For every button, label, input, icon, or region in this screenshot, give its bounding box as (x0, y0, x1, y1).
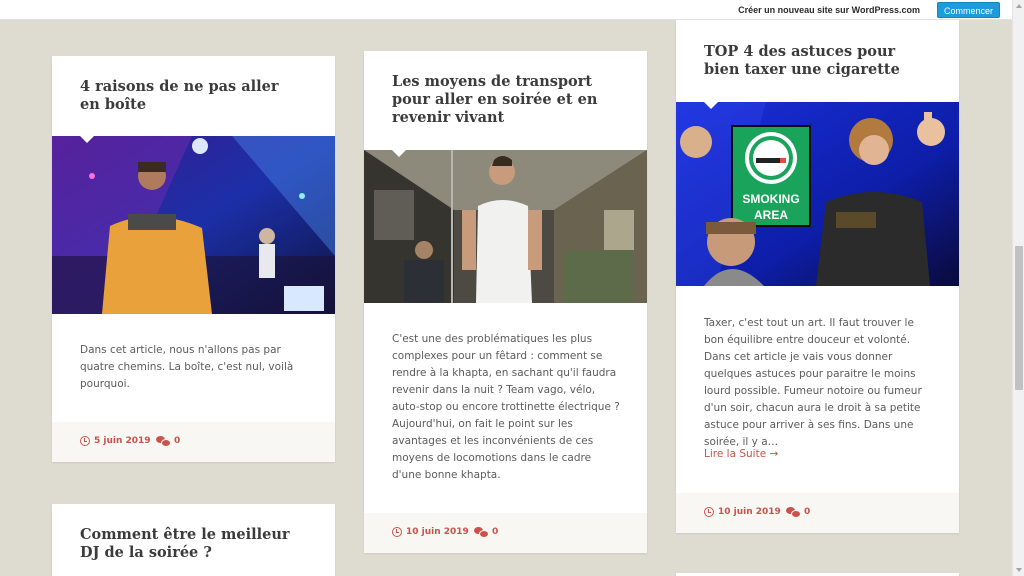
thumbnail-notch (704, 102, 718, 109)
post-meta: 10 juin 2019 0 (676, 493, 959, 533)
post-meta: 10 juin 2019 0 (364, 513, 647, 553)
post-excerpt: C'est une des problématiques les plus co… (392, 333, 620, 481)
post-title[interactable]: Les moyens de transport pour aller en so… (392, 73, 612, 127)
comments-count: 0 (492, 527, 499, 537)
post-date-text: 10 juin 2019 (406, 527, 469, 537)
comments-count: 0 (804, 507, 811, 517)
post-excerpt: Dans cet article, nous n'allons pas par … (80, 344, 294, 390)
comments-icon (786, 507, 801, 518)
post-date[interactable]: 5 juin 2019 (80, 436, 151, 446)
nightclub-image (52, 136, 335, 314)
read-more-link[interactable]: Lire la Suite → (704, 448, 778, 460)
smoking-area-image: SMOKING AREA (676, 102, 959, 286)
thumbnail-notch (392, 150, 406, 157)
post-meta: 5 juin 2019 0 (52, 422, 335, 462)
smoking-area-sign-line-1: SMOKING (742, 192, 799, 206)
post-comments[interactable]: 0 (474, 527, 499, 538)
post-card: 4 raisons de ne pas aller en boîte Dans … (52, 56, 335, 462)
post-title[interactable]: 4 raisons de ne pas aller en boîte (80, 78, 280, 114)
clock-icon (80, 436, 90, 446)
post-comments[interactable]: 0 (786, 507, 811, 518)
wordpress-promo-text[interactable]: Créer un nouveau site sur WordPress.com (738, 5, 920, 15)
post-title[interactable]: Comment être le meilleur DJ de la soirée… (80, 526, 310, 562)
post-thumbnail[interactable] (364, 150, 647, 303)
smoking-area-sign-line-2: AREA (754, 208, 788, 222)
scrollbar-thumb[interactable] (1015, 246, 1023, 390)
wordpress-promo-bar: Créer un nouveau site sur WordPress.com … (0, 0, 1012, 20)
post-date[interactable]: 10 juin 2019 (704, 507, 781, 517)
post-title[interactable]: TOP 4 des astuces pour bien taxer une ci… (704, 43, 924, 79)
clock-icon (704, 507, 714, 517)
comments-icon (156, 436, 171, 447)
scroll-up-icon[interactable] (1016, 4, 1022, 8)
thumbnail-notch (80, 136, 94, 143)
comments-count: 0 (174, 436, 181, 446)
post-excerpt: Taxer, c'est tout un art. Il faut trouve… (704, 317, 922, 448)
post-card: TOP 4 des astuces pour bien taxer une ci… (676, 20, 959, 533)
post-thumbnail[interactable]: SMOKING AREA (676, 102, 959, 286)
post-date[interactable]: 10 juin 2019 (392, 527, 469, 537)
comments-icon (474, 527, 489, 538)
post-comments[interactable]: 0 (156, 436, 181, 447)
post-date-text: 10 juin 2019 (718, 507, 781, 517)
page-scrollbar[interactable] (1012, 0, 1024, 576)
post-card: Comment être le meilleur DJ de la soirée… (52, 504, 335, 576)
post-thumbnail[interactable] (52, 136, 335, 314)
start-button[interactable]: Commencer (937, 2, 1000, 18)
scroll-down-icon[interactable] (1016, 568, 1022, 572)
clock-icon (392, 527, 402, 537)
subway-image (364, 150, 647, 303)
post-date-text: 5 juin 2019 (94, 436, 151, 446)
post-card: Les moyens de transport pour aller en so… (364, 51, 647, 553)
